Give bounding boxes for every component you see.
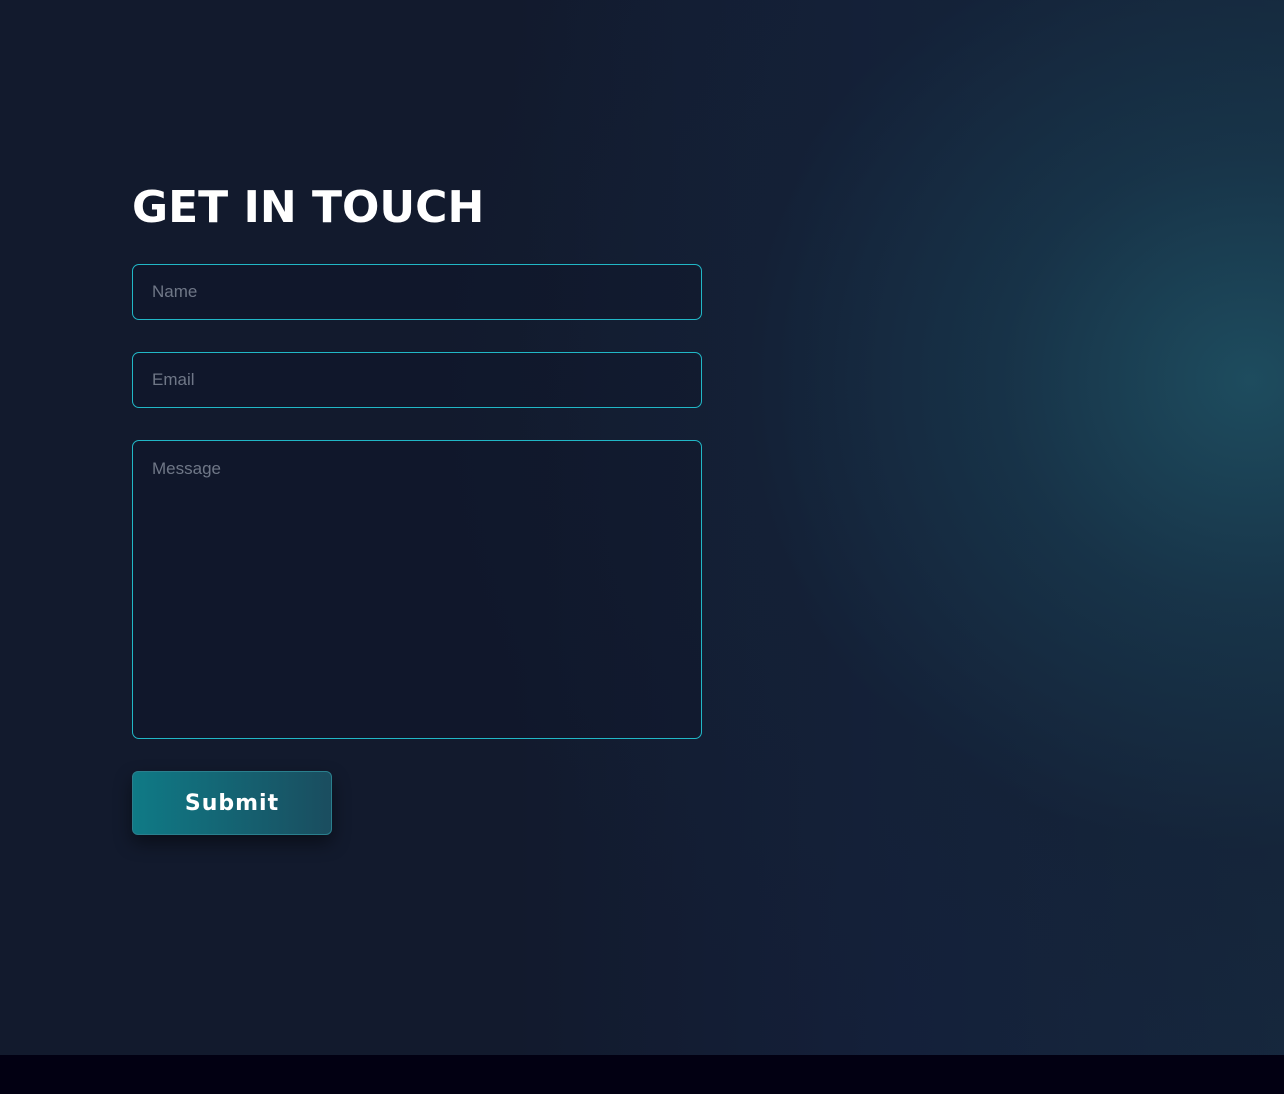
email-input[interactable] [132,352,702,408]
contact-form-section: GET IN TOUCH Submit [132,176,702,835]
name-input[interactable] [132,264,702,320]
message-textarea[interactable] [132,440,702,739]
footer-strip [0,1055,1284,1094]
page-title: GET IN TOUCH [132,182,485,233]
submit-button[interactable]: Submit [132,771,332,835]
